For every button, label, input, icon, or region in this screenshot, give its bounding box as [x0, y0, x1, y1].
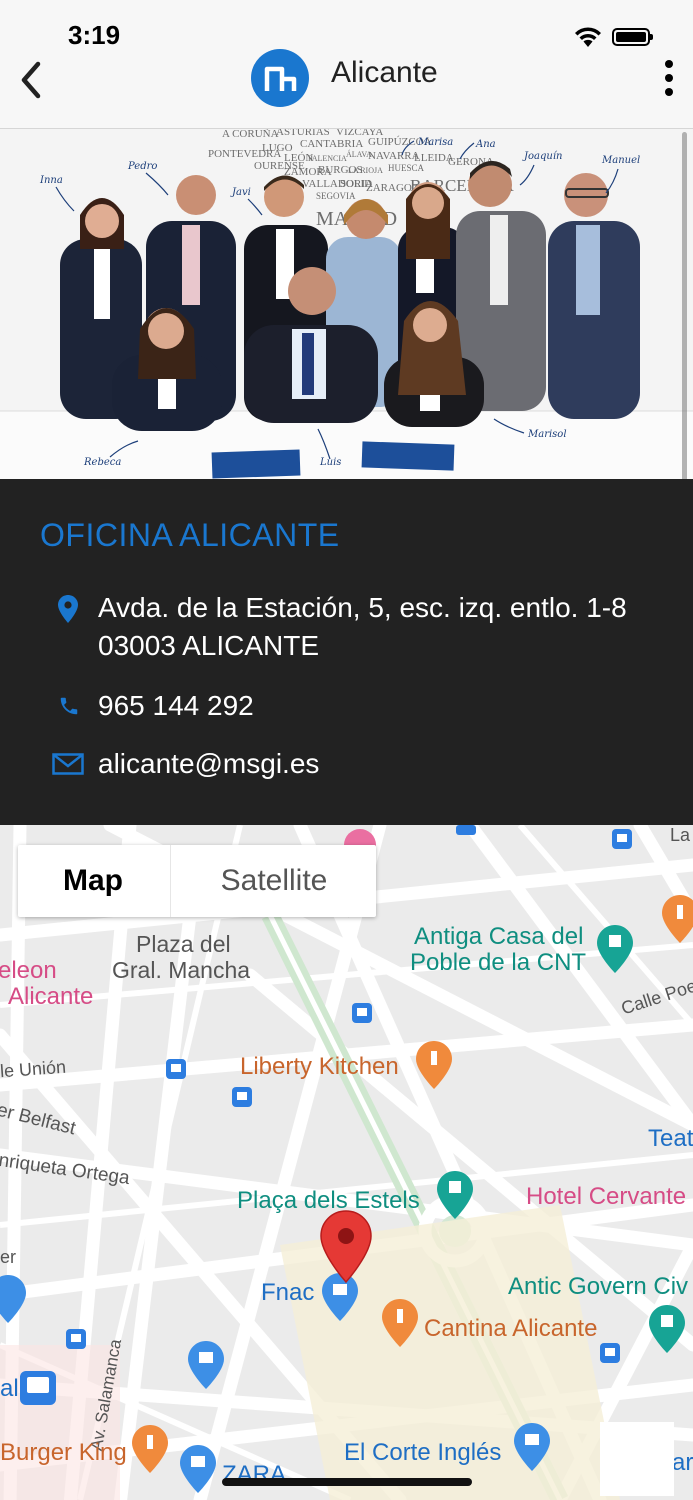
status-time: 3:19	[68, 20, 121, 50]
name-tag: Ana	[475, 139, 496, 150]
wall-word: SEGOVIA	[316, 191, 356, 201]
name-tag: Javi	[230, 187, 251, 198]
bus-stop-icon	[232, 1087, 252, 1107]
more-options-icon[interactable]	[656, 56, 682, 100]
address-line-2: 03003 ALICANTE	[98, 630, 320, 661]
map-corner-overlay	[600, 1422, 674, 1496]
bus-stop-icon	[352, 1003, 372, 1023]
wall-word: PALENCIA	[308, 154, 347, 163]
wall-word: CANTABRIA	[300, 138, 363, 150]
phone-number: 965 144 292	[98, 690, 254, 721]
shopping-pin-icon	[188, 1341, 224, 1389]
shopping-pin-icon	[322, 1273, 358, 1321]
name-tag: Marisol	[527, 429, 567, 440]
map-poi-layer	[0, 825, 693, 1493]
email-address: alicante@msgi.es	[98, 748, 320, 779]
parking-pin-icon	[0, 1275, 26, 1323]
monument-pin-icon	[437, 1171, 473, 1219]
name-tag: Joaquín	[522, 151, 562, 162]
navigation-bar: Alicante	[0, 49, 693, 129]
restaurant-pin-icon	[132, 1425, 168, 1473]
name-tag: Pedro	[127, 161, 157, 172]
restaurant-pin-icon	[416, 1041, 452, 1089]
status-bar: 3:19	[0, 0, 693, 60]
email-envelope-icon	[52, 753, 84, 775]
bus-stop-icon	[166, 1059, 186, 1079]
wall-word: LA RIOJA	[348, 166, 383, 175]
bus-stop-icon	[66, 1329, 86, 1349]
phone-row[interactable]: 965 144 292	[0, 687, 693, 727]
office-title: OFICINA ALICANTE	[40, 517, 340, 553]
company-logo	[251, 49, 309, 107]
shopping-pin-icon	[514, 1423, 550, 1471]
battery-icon	[612, 28, 653, 46]
monument-pin-icon	[597, 925, 633, 973]
wall-word: ASTURIAS	[276, 129, 330, 138]
wall-word: HUESCA	[388, 163, 425, 173]
monument-pin-icon	[649, 1305, 685, 1353]
name-tag: Manuel	[601, 155, 640, 166]
email-row[interactable]: alicante@msgi.es	[0, 745, 693, 785]
address-line-1: Avda. de la Estación, 5, esc. izq. entlo…	[98, 592, 627, 623]
shopping-pin-icon	[180, 1445, 216, 1493]
wifi-icon	[575, 27, 601, 47]
restaurant-pin-icon	[662, 895, 693, 943]
office-info-card: OFICINA ALICANTE Avda. de la Estación, 5…	[0, 479, 693, 825]
bus-station-icon	[20, 1371, 56, 1405]
location-pin-icon	[58, 595, 78, 623]
wall-word: A CORUÑA	[222, 129, 279, 140]
page-title: Alicante	[331, 56, 438, 89]
back-chevron-icon[interactable]	[12, 56, 52, 104]
team-photo: A CORUÑA ASTURIAS VIZCAYA PONTEVEDRA LUG…	[0, 129, 693, 479]
bus-stop-icon	[456, 825, 476, 835]
wall-word: NAVARRA	[368, 150, 420, 162]
bus-stop-icon	[612, 829, 632, 849]
office-location-marker-icon	[320, 1210, 372, 1284]
name-tag: Marisa	[417, 137, 453, 148]
map-view[interactable]: Map Satellite Plaza del Gral. Mancha Ant…	[0, 825, 693, 1500]
phone-icon	[60, 697, 78, 715]
name-tag: Inna	[39, 175, 63, 186]
bus-stop-icon	[600, 1343, 620, 1363]
name-tag: Rebeca	[83, 457, 121, 468]
home-indicator[interactable]	[222, 1478, 472, 1486]
address-row[interactable]: Avda. de la Estación, 5, esc. izq. entlo…	[0, 589, 693, 669]
restaurant-pin-icon	[382, 1299, 418, 1347]
